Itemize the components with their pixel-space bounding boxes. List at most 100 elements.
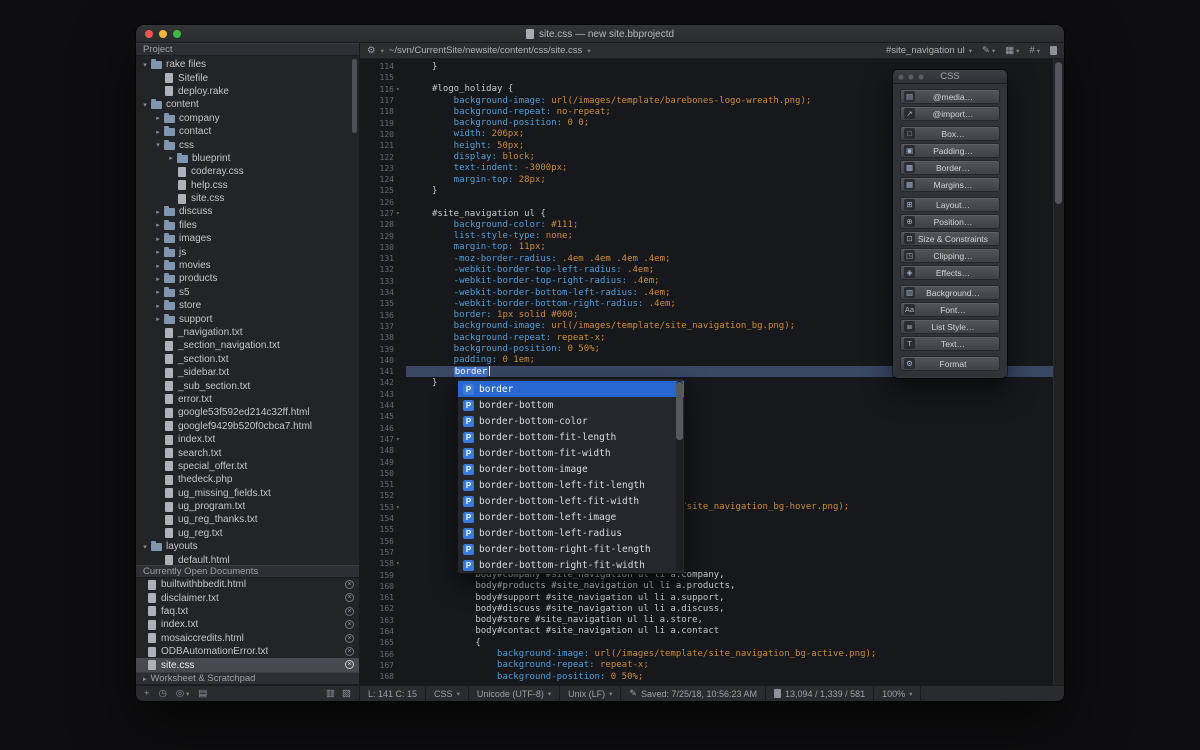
counterpart-doc-icon[interactable] xyxy=(1050,46,1057,55)
autocomplete-item[interactable]: Pborder-bottom-left-radius xyxy=(458,525,684,541)
fold-marker-icon[interactable]: ▾ xyxy=(394,560,406,567)
palette-button-media[interactable]: ▤@media… xyxy=(900,89,1000,104)
tree-item[interactable]: googlef9429b520f0cbca7.html xyxy=(136,420,359,433)
disclosure-closed-icon[interactable]: ▸ xyxy=(153,208,163,216)
tree-item[interactable]: ▸blueprint xyxy=(136,152,359,165)
palette-close-button[interactable] xyxy=(898,74,904,80)
palette-button-box[interactable]: □Box… xyxy=(900,126,1000,141)
tree-item[interactable]: ▸contact xyxy=(136,125,359,138)
symbol-popup[interactable]: #site_navigation ul xyxy=(886,45,965,56)
tree-item[interactable]: search.txt xyxy=(136,446,359,459)
add-button[interactable]: + xyxy=(144,688,150,699)
disclosure-open-icon[interactable]: ▾ xyxy=(140,543,150,551)
line-ending-menu[interactable]: Unix (LF) ▾ xyxy=(560,686,621,701)
close-document-icon[interactable]: × xyxy=(345,580,354,589)
tree-item[interactable]: deploy.rake xyxy=(136,85,359,98)
pencil-icon[interactable]: ✎ xyxy=(982,45,990,56)
palette-button-margins[interactable]: ▦Margins… xyxy=(900,177,1000,192)
drawer-button[interactable]: ▧ xyxy=(342,688,351,699)
tree-item[interactable]: thedeck.php xyxy=(136,473,359,486)
autocomplete-item[interactable]: Pborder-bottom-color xyxy=(458,413,684,429)
open-document-item[interactable]: mosaiccredits.html× xyxy=(136,632,359,645)
tree-item[interactable]: ug_reg.txt xyxy=(136,527,359,540)
worksheet-header[interactable]: ▸ Worksheet & Scratchpad xyxy=(136,672,359,685)
palette-button-padding[interactable]: ▣Padding… xyxy=(900,143,1000,158)
minimize-window-button[interactable] xyxy=(159,30,167,38)
disclosure-closed-icon[interactable]: ▸ xyxy=(153,235,163,243)
autocomplete-item[interactable]: Pborder-bottom-left-image xyxy=(458,509,684,525)
project-header[interactable]: Project xyxy=(136,43,359,56)
fold-marker-icon[interactable]: ▾ xyxy=(394,210,406,217)
tree-item[interactable]: ▸images xyxy=(136,232,359,245)
sidebar-scrollbar-thumb[interactable] xyxy=(352,59,357,133)
split-view-button[interactable]: ▥ xyxy=(326,688,335,699)
tree-item[interactable]: ▾content xyxy=(136,98,359,111)
disclosure-closed-icon[interactable]: ▸ xyxy=(153,128,163,136)
tree-item[interactable]: _section_navigation.txt xyxy=(136,339,359,352)
open-documents-header[interactable]: Currently Open Documents xyxy=(136,565,359,578)
editor-scrollbar[interactable] xyxy=(1053,59,1064,685)
palette-button-layout[interactable]: ⊞Layout… xyxy=(900,197,1000,212)
disclosure-closed-icon[interactable]: ▸ xyxy=(166,154,176,162)
autocomplete-item[interactable]: Pborder-bottom-right-fit-width xyxy=(458,557,684,573)
palette-zoom-button[interactable] xyxy=(918,74,924,80)
tree-item[interactable]: default.html xyxy=(136,553,359,565)
close-document-icon[interactable]: × xyxy=(345,593,354,602)
disclosure-closed-icon[interactable]: ▸ xyxy=(153,302,163,310)
autocomplete-item[interactable]: Pborder-bottom-fit-length xyxy=(458,429,684,445)
tree-item[interactable]: ▸products xyxy=(136,272,359,285)
includes-icon[interactable]: ▦ xyxy=(1005,45,1014,56)
tree-item[interactable]: google53f592ed214c32ff.html xyxy=(136,406,359,419)
autocomplete-item[interactable]: Pborder-bottom-image xyxy=(458,461,684,477)
autocomplete-scrollbar-thumb[interactable] xyxy=(676,382,683,440)
palette-button-effects[interactable]: ◈Effects… xyxy=(900,265,1000,280)
tree-item[interactable]: Sitefile xyxy=(136,71,359,84)
tree-item[interactable]: ▾rake files xyxy=(136,58,359,71)
tree-item[interactable]: coderay.css xyxy=(136,165,359,178)
fold-marker-icon[interactable]: ▾ xyxy=(394,436,406,443)
autocomplete-item[interactable]: Pborder-bottom-left-fit-length xyxy=(458,477,684,493)
tree-item[interactable]: ▸company xyxy=(136,112,359,125)
autocomplete-item[interactable]: Pborder-bottom-right-fit-length xyxy=(458,541,684,557)
tree-item[interactable]: ▸js xyxy=(136,245,359,258)
tree-item[interactable]: ▸s5 xyxy=(136,286,359,299)
tree-item[interactable]: _sub_section.txt xyxy=(136,379,359,392)
fold-marker-icon[interactable]: ▾ xyxy=(394,86,406,93)
tree-item[interactable]: ug_missing_fields.txt xyxy=(136,487,359,500)
autocomplete-item[interactable]: Pborder-bottom-left-fit-width xyxy=(458,493,684,509)
marker-hash-icon[interactable]: # xyxy=(1029,45,1034,56)
palette-button-clipping[interactable]: ◳Clipping… xyxy=(900,248,1000,263)
palette-button-background[interactable]: ▨Background… xyxy=(900,285,1000,300)
open-document-item[interactable]: ODBAutomationError.txt× xyxy=(136,645,359,658)
open-document-item[interactable]: disclaimer.txt× xyxy=(136,591,359,604)
open-document-item[interactable]: faq.txt× xyxy=(136,605,359,618)
autocomplete-item[interactable]: Pborder-bottom xyxy=(458,397,684,413)
palette-button-border[interactable]: ▩Border… xyxy=(900,160,1000,175)
editor-scrollbar-thumb[interactable] xyxy=(1055,62,1062,204)
tree-item[interactable]: ug_program.txt xyxy=(136,500,359,513)
disclosure-closed-icon[interactable]: ▸ xyxy=(153,315,163,323)
tree-item[interactable]: ▾css xyxy=(136,138,359,151)
palette-button-size-constraints[interactable]: ⊡Size & Constraints… xyxy=(900,231,1000,246)
tree-item[interactable]: error.txt xyxy=(136,393,359,406)
tree-item[interactable]: ug_reg_thanks.txt xyxy=(136,513,359,526)
search-button[interactable]: ◎▾ xyxy=(176,688,190,699)
tree-item[interactable]: _section.txt xyxy=(136,353,359,366)
disclosure-closed-icon[interactable]: ▸ xyxy=(153,275,163,283)
palette-button-format[interactable]: ⚙Format xyxy=(900,356,1000,371)
tree-item[interactable]: index.txt xyxy=(136,433,359,446)
disclosure-open-icon[interactable]: ▾ xyxy=(140,61,150,69)
disclosure-open-icon[interactable]: ▾ xyxy=(153,141,163,149)
palette-button-position[interactable]: ⊕Position… xyxy=(900,214,1000,229)
palette-button-font[interactable]: AaFont… xyxy=(900,302,1000,317)
print-button[interactable]: ▤ xyxy=(198,688,207,699)
encoding-menu[interactable]: Unicode (UTF-8) ▾ xyxy=(469,686,560,701)
gear-icon[interactable]: ⚙ xyxy=(367,45,376,56)
tree-item[interactable]: special_offer.txt xyxy=(136,460,359,473)
tree-item[interactable]: ▾layouts xyxy=(136,540,359,553)
document-proxy-icon[interactable] xyxy=(526,29,534,39)
palette-button-text[interactable]: TText… xyxy=(900,336,1000,351)
clock-button[interactable]: ◷ xyxy=(159,688,167,699)
autocomplete-item[interactable]: Pborder-bottom-fit-width xyxy=(458,445,684,461)
fold-marker-icon[interactable]: ▾ xyxy=(394,504,406,511)
